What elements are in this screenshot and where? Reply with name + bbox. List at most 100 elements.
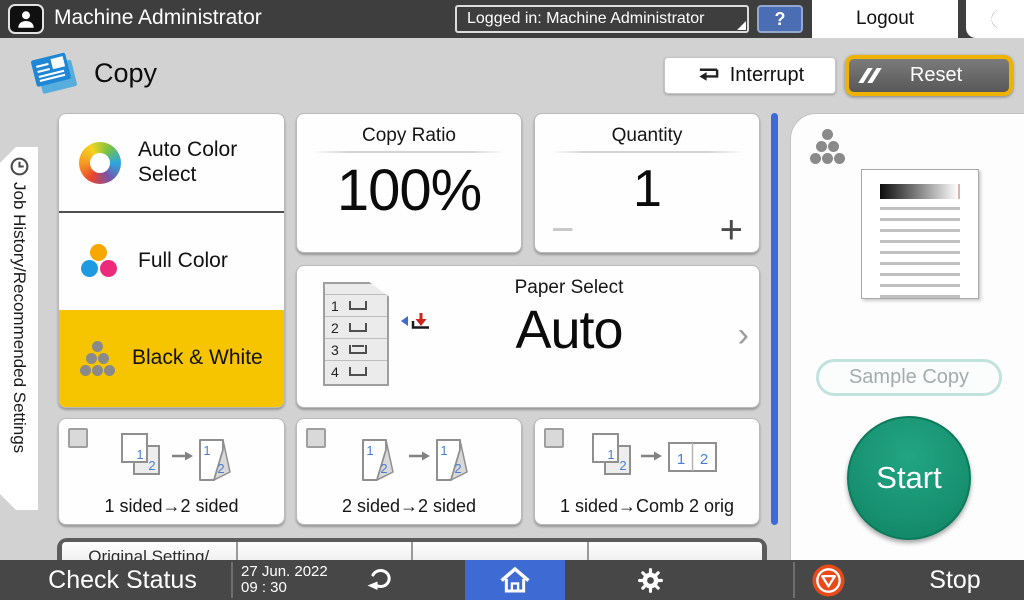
black-white-dots-icon	[79, 341, 115, 377]
divider	[313, 151, 505, 153]
duplex-1to2-label: 1 sided→2 sided	[59, 496, 284, 517]
mode-black-white-label: Black & White	[132, 346, 263, 370]
divider	[231, 562, 233, 598]
duplex-1to2-card[interactable]: 1 sided→2 sided	[58, 418, 285, 525]
settings-tab-row: Original Setting/	[62, 542, 762, 560]
time-text: 09 : 30	[241, 580, 328, 596]
mode-auto-color[interactable]: Auto Color Select	[59, 114, 284, 211]
person-icon	[15, 9, 37, 29]
settings-tab[interactable]	[238, 542, 412, 560]
login-status-text: Logged in: Machine Administrator	[467, 10, 704, 28]
job-history-tab-label: Job History/Recommended Settings	[9, 182, 29, 453]
tray-glyph	[349, 323, 367, 332]
system-bottom-bar: Check Status 27 Jun. 2022 09 : 30	[0, 560, 1024, 600]
quantity-title: Quantity	[535, 114, 759, 147]
stop-label: Stop	[895, 566, 1015, 595]
screen-dim-button[interactable]	[966, 0, 1024, 38]
original-setting-tab[interactable]: Original Setting/	[62, 542, 236, 560]
interrupt-button[interactable]: Interrupt	[664, 57, 836, 94]
help-button[interactable]: ?	[757, 5, 803, 33]
quantity-increment-button[interactable]: +	[720, 210, 743, 250]
divider	[551, 151, 743, 153]
mode-auto-color-label: Auto Color Select	[138, 138, 284, 186]
paper-select-value: Auto	[379, 299, 759, 361]
duplex-2to2-label: 2 sided→2 sided	[297, 496, 521, 517]
top-bar: Machine Administrator Logged in: Machine…	[0, 0, 1024, 38]
interrupt-label: Interrupt	[730, 64, 804, 87]
copy-ratio-value: 100%	[297, 157, 521, 224]
combine-2orig-icon: 1 2	[567, 428, 727, 484]
sample-copy-button[interactable]: Sample Copy	[816, 359, 1002, 396]
bypass-pointer-icon	[401, 316, 408, 326]
crescent-moon-icon	[983, 7, 1007, 31]
full-color-dots-icon	[79, 242, 121, 282]
combine-2orig-card[interactable]: 1 2 1 sided→Comb 2 orig	[534, 418, 760, 525]
page-title: Copy	[94, 58, 157, 89]
logout-label: Logout	[856, 8, 914, 30]
help-label: ?	[775, 9, 786, 30]
sample-copy-label: Sample Copy	[849, 366, 969, 389]
home-icon	[500, 566, 530, 594]
check-status-button[interactable]: Check Status	[20, 560, 225, 600]
user-account-button[interactable]	[8, 4, 44, 34]
start-button[interactable]: Start	[847, 416, 971, 540]
copier-touchscreen: { "topbar": { "title": "Machine Administ…	[0, 0, 1024, 600]
stop-button[interactable]: Stop	[800, 560, 1024, 600]
job-preview-panel: Sample Copy Start	[790, 113, 1024, 560]
svg-text:2: 2	[700, 451, 708, 468]
chevron-right-icon[interactable]: ›	[738, 316, 749, 355]
paper-tray-diagram-icon: 1 2 3 4	[323, 282, 389, 386]
grayscale-gradient-bar	[880, 184, 960, 199]
combine-2orig-label: 1 sided→Comb 2 orig	[535, 496, 759, 517]
mode-black-white[interactable]: Black & White	[59, 310, 284, 407]
scrollbar-thumb[interactable]	[771, 113, 778, 525]
copy-ratio-title: Copy Ratio	[297, 114, 521, 147]
black-white-status-icon	[809, 128, 845, 164]
color-mode-card: Auto Color Select Full Color Black & Whi…	[58, 113, 285, 408]
home-button[interactable]	[465, 560, 565, 600]
quantity-decrement-button[interactable]: −	[551, 210, 574, 250]
copy-app-icon	[28, 48, 82, 98]
mode-full-color[interactable]: Full Color	[59, 211, 284, 310]
more-settings-tray[interactable]: Original Setting/	[57, 538, 767, 560]
logged-user-title: Machine Administrator	[54, 6, 262, 30]
divider	[793, 562, 795, 598]
tray-number: 2	[331, 320, 340, 336]
copy-preview-thumbnail	[861, 169, 979, 299]
quantity-card[interactable]: Quantity 1 − +	[534, 113, 760, 253]
paper-select-title: Paper Select	[379, 266, 759, 299]
svg-text:1: 1	[677, 451, 685, 468]
duplex-2to2-checkbox[interactable]	[306, 428, 326, 448]
settings-tab[interactable]	[413, 542, 587, 560]
duplex-1to2-checkbox[interactable]	[68, 428, 88, 448]
dropdown-corner-icon	[737, 21, 746, 30]
tray-glyph	[349, 367, 367, 376]
duplex-2to2-card[interactable]: 2 sided→2 sided	[296, 418, 522, 525]
copy-ratio-card[interactable]: Copy Ratio 100%	[296, 113, 522, 253]
combine-2orig-checkbox[interactable]	[544, 428, 564, 448]
stop-icon	[812, 564, 845, 597]
check-status-label: Check Status	[48, 566, 197, 595]
job-history-tab[interactable]: Job History/Recommended Settings	[0, 147, 38, 510]
reset-label: Reset	[877, 64, 995, 87]
login-status-dropdown[interactable]: Logged in: Machine Administrator	[455, 5, 749, 33]
reset-slashes-icon	[863, 68, 877, 83]
tray-number: 1	[331, 298, 340, 314]
tray-glyph-filled	[349, 345, 367, 354]
paper-select-card[interactable]: 1 2 3 4 Paper Select Auto ›	[296, 265, 760, 408]
back-button[interactable]	[362, 566, 398, 594]
date-text: 27 Jun. 2022	[241, 564, 328, 580]
back-arrow-icon	[365, 567, 395, 593]
reset-button[interactable]: Reset	[845, 55, 1013, 96]
clock-icon	[9, 156, 30, 177]
gear-icon	[637, 567, 664, 594]
settings-tab[interactable]	[589, 542, 763, 560]
settings-button[interactable]	[632, 566, 668, 594]
logout-button[interactable]: Logout	[812, 0, 958, 38]
datetime-display: 27 Jun. 2022 09 : 30	[241, 564, 328, 596]
duplex-1to2-icon	[92, 428, 252, 484]
auto-color-swirl-icon	[79, 142, 121, 184]
paper-feed-arrow-icon	[410, 311, 432, 331]
tray-glyph	[349, 301, 367, 310]
mode-full-color-label: Full Color	[138, 249, 228, 273]
